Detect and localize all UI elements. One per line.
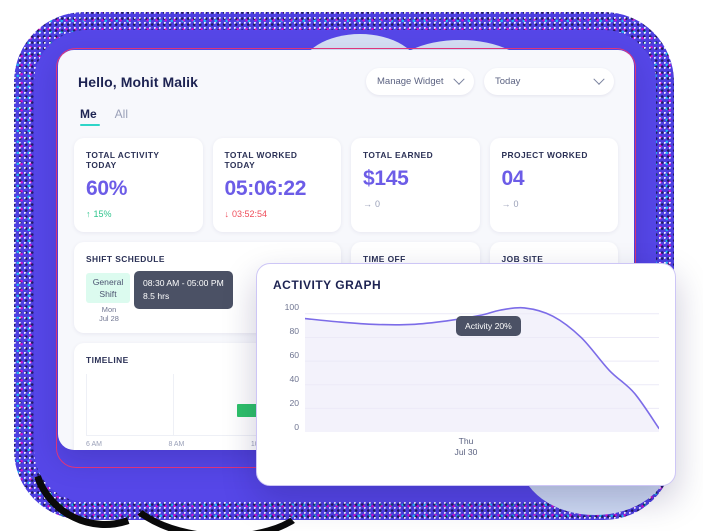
x-tick: 8 AM [168, 441, 185, 448]
tab-me[interactable]: Me [80, 107, 100, 126]
stat-card-total-earned: TOTAL EARNED $145 → 0 [351, 138, 480, 232]
stat-label: PROJECT WORKED [501, 150, 588, 160]
dashboard-header: Hello, Mohit Malik Manage Widget Today [58, 50, 634, 95]
trend-flat-icon: → [501, 199, 511, 209]
shift-tooltip-hours: 8.5 hrs [143, 291, 170, 301]
shift-date-day: Mon [101, 305, 117, 314]
stat-trend: → 0 [502, 199, 607, 209]
period-dropdown[interactable]: Today [484, 68, 614, 95]
scope-tabs: Me All [58, 95, 634, 126]
stat-value: $145 [363, 167, 409, 190]
shift-tooltip-time: 08:30 AM - 05:00 PM [143, 278, 224, 288]
activity-graph-card: ACTIVITY GRAPH 100 80 60 40 20 0 Activit… [256, 263, 676, 486]
y-tick: 60 [289, 350, 299, 360]
manage-widget-label: Manage Widget [377, 76, 444, 87]
stat-value: 60% [86, 177, 128, 200]
tab-all[interactable]: All [115, 107, 128, 126]
shift-date: Mon Jul 28 [94, 305, 124, 323]
stat-label: TOTAL EARNED [363, 150, 434, 160]
shift-tooltip: 08:30 AM - 05:00 PM 8.5 hrs [134, 271, 233, 309]
x-tick-date: Jul 30 [454, 447, 478, 457]
shift-date-value: Jul 28 [99, 314, 119, 323]
manage-widget-dropdown[interactable]: Manage Widget [366, 68, 474, 95]
stat-card-total-activity: TOTAL ACTIVITY TODAY 60% ↑ 15% [74, 138, 203, 232]
x-tick: 6 AM [86, 441, 102, 448]
y-tick: 40 [289, 374, 299, 384]
page-title: Hello, Mohit Malik [78, 73, 199, 90]
activity-graph-body: 100 80 60 40 20 0 Activity 20% Thu Jul 3… [273, 302, 659, 457]
shift-pill-line2: Shift [99, 289, 117, 299]
y-tick: 80 [289, 326, 299, 336]
x-tick-day: Thu [458, 436, 474, 446]
timeline-title: TIMELINE [86, 355, 129, 365]
stat-value: 05:06:22 [224, 177, 307, 200]
tooltip-label: Activity 20% [465, 321, 512, 331]
trend-value: 0 [513, 199, 519, 209]
trend-value: 0 [375, 199, 381, 209]
y-tick: 0 [294, 422, 299, 432]
stat-cards: TOTAL ACTIVITY TODAY 60% ↑ 15% TOTAL WOR… [58, 126, 634, 232]
stat-trend: → 0 [363, 199, 468, 209]
shift-pill[interactable]: General Shift [86, 273, 130, 303]
stat-trend: ↓ 03:52:54 [225, 209, 330, 219]
stat-card-project-worked: PROJECT WORKED 04 → 0 [489, 138, 618, 232]
stat-value: 04 [501, 167, 525, 190]
period-label: Today [495, 76, 521, 87]
trend-up-icon: ↑ [86, 209, 91, 219]
stat-label: TOTAL WORKED TODAY [224, 150, 298, 170]
trend-flat-icon: → [363, 199, 372, 209]
chevron-down-icon [453, 73, 465, 85]
screenshot-stage: Hello, Mohit Malik Manage Widget Today M… [0, 0, 703, 531]
chevron-down-icon [593, 73, 605, 85]
shift-pill-line1: General [92, 277, 124, 287]
activity-graph-tooltip: Activity 20% [456, 316, 521, 336]
activity-graph-title: ACTIVITY GRAPH [273, 278, 382, 292]
stat-label: TOTAL ACTIVITY TODAY [86, 150, 160, 170]
header-controls: Manage Widget Today [366, 68, 614, 95]
stat-trend: ↑ 15% [86, 209, 191, 219]
y-tick: 100 [284, 302, 299, 312]
trend-value: 03:52:54 [232, 209, 268, 219]
y-tick: 20 [289, 398, 299, 408]
trend-down-icon: ↓ [224, 209, 230, 219]
trend-value: 15% [93, 209, 112, 219]
activity-graph-x-label: Thu Jul 30 [273, 436, 659, 458]
activity-graph-y-axis: 100 80 60 40 20 0 [273, 302, 299, 432]
stat-card-total-worked: TOTAL WORKED TODAY 05:06:22 ↓ 03:52:54 [212, 138, 341, 232]
